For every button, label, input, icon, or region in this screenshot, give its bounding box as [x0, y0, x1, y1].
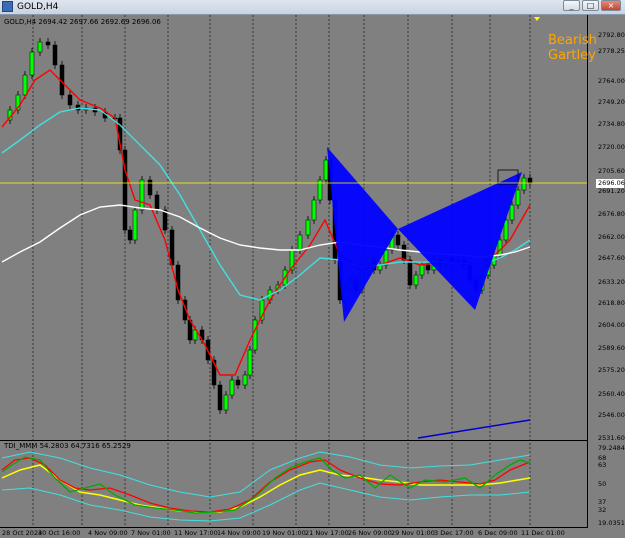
price-tick: 2589.60 — [598, 344, 625, 352]
pattern-label: Bearish Gartley — [548, 33, 597, 63]
price-tick: 2720.00 — [598, 143, 625, 151]
trend-line — [417, 419, 531, 439]
indicator-tick: 50 — [598, 480, 607, 488]
time-tick: 30 Oct 16:00 — [38, 529, 81, 537]
candle-body — [67, 94, 73, 106]
candle-body — [515, 189, 521, 206]
indicator-tick: 32 — [598, 506, 607, 514]
price-tick: 2778.25 — [598, 47, 625, 55]
time-tick: 6 Dec 09:00 — [478, 529, 518, 537]
price-tick: 2676.80 — [598, 210, 625, 218]
time-tick: 26 Nov 09:00 — [348, 529, 392, 537]
candle-body — [29, 51, 35, 76]
candle-body — [132, 209, 138, 241]
symbol-ohlc-readout: GOLD,H4 2694.42 2697.66 2692.69 2696.06 — [4, 18, 161, 26]
price-tick: 2705.60 — [598, 167, 625, 175]
price-tick: 2531.60 — [598, 434, 625, 442]
time-tick: 4 Nov 09:00 — [88, 529, 128, 537]
price-tick: 2691.20 — [598, 187, 625, 195]
tdi-band-upper — [1, 451, 531, 498]
candle-body — [252, 319, 258, 351]
harmonic-xab-triangle — [327, 147, 398, 322]
candle-body — [305, 219, 311, 236]
candle-body — [139, 179, 145, 211]
price-tick: 2734.80 — [598, 120, 625, 128]
pattern-label-line1: Bearish — [548, 33, 597, 48]
time-tick: 19 Nov 01:00 — [262, 529, 306, 537]
candle-body — [527, 177, 533, 184]
price-tick: 2647.60 — [598, 254, 625, 262]
candle-body — [497, 239, 503, 256]
candle-body — [229, 379, 235, 396]
candle-body — [401, 244, 407, 261]
candle-body — [242, 374, 248, 386]
indicator-tick: 79.2484 — [598, 444, 625, 452]
candle-body — [247, 349, 253, 376]
price-tick: 2662.00 — [598, 233, 625, 241]
price-tick: 2764.00 — [598, 77, 625, 85]
time-tick: 28 Oct 2024 — [2, 529, 43, 537]
candle-body — [419, 264, 425, 276]
time-tick: 11 Dec 01:00 — [521, 529, 565, 537]
time-tick: 14 Nov 09:00 — [217, 529, 261, 537]
candle-body — [22, 74, 28, 96]
price-chart — [0, 15, 587, 527]
candle-body — [509, 204, 515, 221]
candle-body — [311, 199, 317, 221]
price-tick: 2792.80 — [598, 31, 625, 39]
candle-body — [425, 264, 431, 271]
indicator-tick: 37 — [598, 498, 607, 506]
signal-arrow-icon — [534, 17, 540, 21]
candle-body — [297, 234, 303, 251]
price-tick: 2633.20 — [598, 278, 625, 286]
time-tick: 3 Dec 17:00 — [434, 529, 474, 537]
time-tick: 29 Nov 01:00 — [391, 529, 435, 537]
candle-body — [395, 234, 401, 246]
time-tick: 21 Nov 17:00 — [305, 529, 349, 537]
price-tick: 2618.80 — [598, 299, 625, 307]
candle-body — [127, 229, 133, 241]
candle-body — [45, 41, 51, 46]
pattern-label-line2: Gartley — [548, 48, 596, 63]
indicator-readout: TDI_MMM 54.2803 64.7316 65.2529 — [4, 442, 131, 450]
price-tick: 2575.20 — [598, 366, 625, 374]
candle-body — [147, 179, 153, 196]
candle-body — [521, 177, 527, 191]
candle-body — [235, 379, 241, 386]
candle-body — [162, 209, 168, 231]
indicator-tick: 19.0351 — [598, 519, 625, 527]
price-tick: 2546.00 — [598, 411, 625, 419]
candle-body — [223, 394, 229, 411]
candle-body — [407, 259, 413, 286]
harmonic-bcd-triangle — [398, 172, 522, 310]
price-tick: 2560.40 — [598, 390, 625, 398]
candle-body — [323, 159, 329, 181]
time-tick: 11 Nov 17:00 — [174, 529, 218, 537]
candle-body — [217, 384, 223, 411]
current-price-label: 2696.06 — [596, 179, 625, 188]
candle-body — [413, 274, 419, 286]
indicator-tick: 63 — [598, 461, 607, 469]
price-tick: 2604.00 — [598, 321, 625, 329]
time-tick: 7 Nov 01:00 — [131, 529, 171, 537]
candle-body — [37, 41, 43, 53]
candle-body — [154, 194, 160, 211]
price-tick: 2749.20 — [598, 98, 625, 106]
candle-body — [52, 44, 58, 66]
